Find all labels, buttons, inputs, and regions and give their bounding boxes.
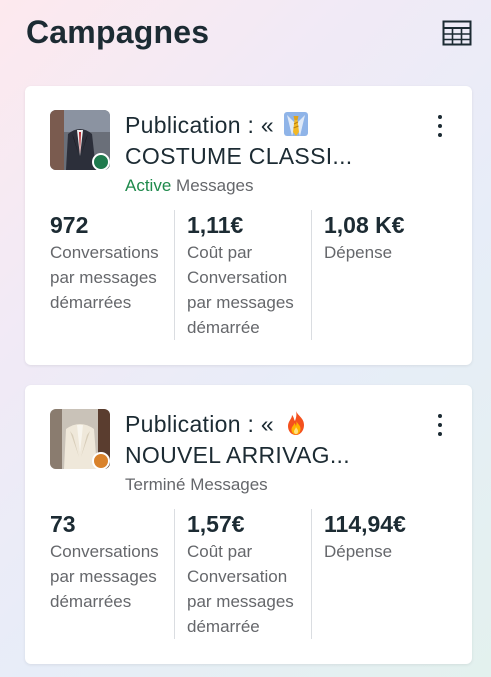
campaign-title-line2: NOUVEL ARRIVAG... [125, 442, 350, 468]
campaign-title-line1: Publication : « [125, 411, 274, 437]
metric-value: 1,11€ [187, 212, 244, 238]
necktie-emoji-icon [283, 112, 308, 136]
campaign-card[interactable]: Publication : « NOUVEL ARRIVAG... Termin… [25, 385, 472, 664]
metric-label: Dépense [324, 542, 393, 561]
metric-label: Dépense [324, 243, 393, 262]
metric-label: Coût par Conversation par messages démar… [187, 243, 294, 337]
metric-spend: 1,08 K€ Dépense [324, 210, 454, 340]
status-dot-active [92, 153, 110, 171]
fire-emoji-icon [287, 411, 304, 435]
metric-label: Coût par Conversation par messages démar… [187, 542, 294, 636]
metric-divider [174, 509, 175, 639]
campaign-title[interactable]: Publication : « COSTUME CLASSI... [125, 110, 405, 172]
campaign-metrics: 73 Conversations par messages démarrées … [50, 509, 472, 639]
campaign-title-line1: Publication : « [125, 112, 274, 138]
metric-conversations: 73 Conversations par messages démarrées [50, 509, 172, 639]
metric-value: 73 [50, 511, 76, 537]
metric-divider [174, 210, 175, 340]
metric-value: 972 [50, 212, 89, 238]
metric-label: Conversations par messages démarrées [50, 542, 159, 611]
objective-label: Messages [190, 475, 268, 494]
metric-cost-per-conversation: 1,57€ Coût par Conversation par messages… [187, 509, 312, 639]
metric-divider [311, 210, 312, 340]
metric-spend: 114,94€ Dépense [324, 509, 454, 639]
status-dot-completed [92, 452, 110, 470]
page-header: Campagnes [26, 12, 473, 56]
page-title: Campagnes [26, 14, 210, 50]
campaign-card[interactable]: Publication : « COSTUME CLASSI... Active… [25, 86, 472, 365]
metric-label: Conversations par messages démarrées [50, 243, 159, 312]
table-grid-icon[interactable] [442, 20, 472, 46]
campaign-status-line: Active Messages [125, 175, 254, 197]
metric-value: 1,08 K€ [324, 212, 405, 238]
campaign-status-line: Terminé Messages [125, 474, 268, 496]
more-options-icon[interactable] [436, 115, 444, 139]
more-options-icon[interactable] [436, 414, 444, 438]
metric-cost-per-conversation: 1,11€ Coût par Conversation par messages… [187, 210, 312, 340]
metric-conversations: 972 Conversations par messages démarrées [50, 210, 172, 340]
metric-value: 1,57€ [187, 511, 245, 537]
campaign-metrics: 972 Conversations par messages démarrées… [50, 210, 472, 340]
objective-label: Messages [176, 176, 254, 195]
metric-value: 114,94€ [324, 511, 406, 537]
status-label: Terminé [125, 475, 186, 494]
status-label: Active [125, 176, 172, 195]
metric-divider [311, 509, 312, 639]
campaign-title-line2: COSTUME CLASSI... [125, 143, 353, 169]
campaign-title[interactable]: Publication : « NOUVEL ARRIVAG... [125, 409, 405, 471]
